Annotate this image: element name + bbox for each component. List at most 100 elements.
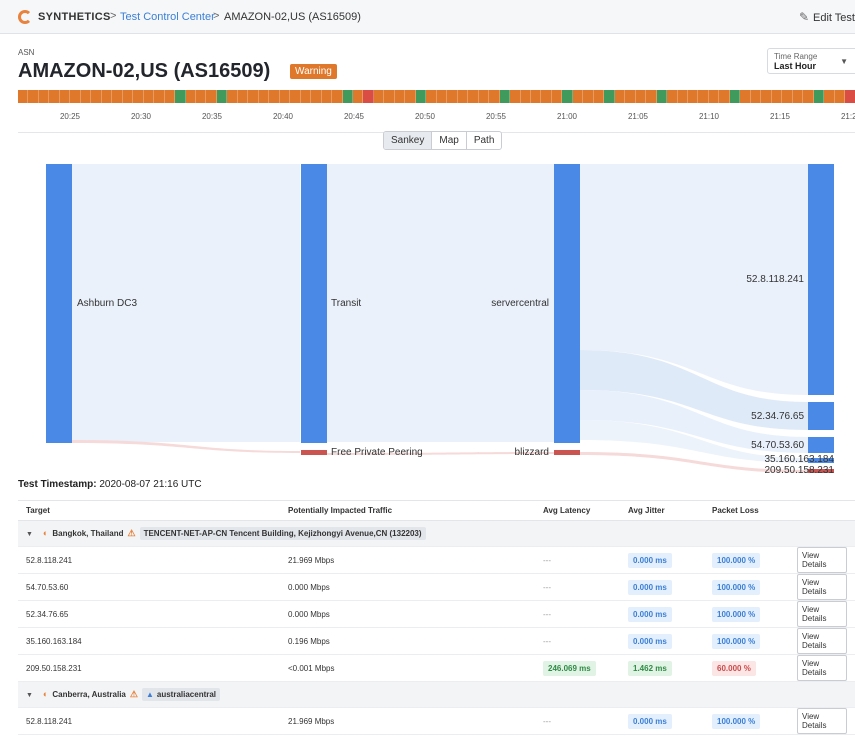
timeline-segment[interactable] [363, 90, 374, 103]
timeline-segment[interactable] [572, 90, 584, 103]
chevron-down-icon[interactable]: ▼ [26, 531, 33, 538]
timeline-segment[interactable] [269, 90, 280, 103]
timeline-segment[interactable] [656, 90, 668, 103]
timeline-segment[interactable] [489, 90, 500, 103]
timeline-segment[interactable] [824, 90, 835, 103]
group-header-cell[interactable]: ▼ ◐ Canberra, Australia ⚠ ▲ australiacentral [18, 681, 855, 708]
timeline-segment[interactable] [688, 90, 699, 103]
timeline-segment[interactable] [562, 90, 573, 103]
timeline-segment[interactable] [729, 90, 741, 103]
timeline-segment[interactable] [646, 90, 657, 103]
timeline-segment[interactable] [551, 90, 563, 103]
group-row[interactable]: ▼ ◐ Canberra, Australia ⚠ ▲ australiacentral [18, 681, 855, 708]
timeline-segment[interactable] [541, 90, 552, 103]
timeline-segment[interactable] [708, 90, 720, 103]
timeline-segment[interactable] [154, 90, 165, 103]
timeline-segment[interactable] [667, 90, 678, 103]
timeline-segment[interactable] [164, 90, 176, 103]
column-header-traffic[interactable]: Potentially Impacted Traffic [280, 500, 535, 521]
timeline-segment[interactable] [91, 90, 102, 103]
timeline-segment[interactable] [740, 90, 751, 103]
timeline-segment[interactable] [520, 90, 531, 103]
timeline-segment[interactable] [614, 90, 626, 103]
view-details-button[interactable]: View Details [797, 574, 847, 600]
timeline-segment[interactable] [175, 90, 186, 103]
timeline-segment[interactable] [478, 90, 490, 103]
sankey-node[interactable] [301, 164, 327, 443]
timeline-segment[interactable] [28, 90, 39, 103]
timeline-segment[interactable] [227, 90, 238, 103]
timeline-segment[interactable] [373, 90, 385, 103]
timeline-segment[interactable] [216, 90, 228, 103]
sankey-node[interactable] [808, 402, 834, 430]
timeline-segment[interactable] [122, 90, 134, 103]
timeline-segment[interactable] [782, 90, 793, 103]
timeline-segment[interactable] [195, 90, 207, 103]
group-row[interactable]: ▼ ◐ Bangkok, Thailand ⚠ TENCENT-NET-AP-CN Te… [18, 520, 855, 547]
tab-map[interactable]: Map [432, 132, 467, 149]
timeline-segment[interactable] [185, 90, 196, 103]
chevron-down-icon[interactable]: ▼ [26, 692, 33, 699]
timeline-segment[interactable] [258, 90, 270, 103]
timeline-segment[interactable] [70, 90, 81, 103]
timeline-segment[interactable] [59, 90, 71, 103]
timeline-segment[interactable] [237, 90, 249, 103]
timeline-segment[interactable] [834, 90, 846, 103]
column-header-loss[interactable]: Packet Loss [704, 500, 789, 521]
timeline-segment[interactable] [583, 90, 594, 103]
tab-sankey[interactable]: Sankey [384, 132, 433, 149]
timeline-segment[interactable] [436, 90, 448, 103]
timeline-segment[interactable] [405, 90, 416, 103]
timeline-segment[interactable] [677, 90, 688, 103]
timeline-segment[interactable] [290, 90, 301, 103]
timeline-segment[interactable] [698, 90, 709, 103]
timeline-segment[interactable] [38, 90, 50, 103]
column-header-jitter[interactable]: Avg Jitter [620, 500, 704, 521]
tab-path[interactable]: Path [467, 132, 502, 149]
timeline-segment[interactable] [415, 90, 427, 103]
timeline-segment[interactable] [457, 90, 469, 103]
timeline-segment[interactable] [593, 90, 605, 103]
timeline-segment[interactable] [101, 90, 113, 103]
timeline-segment[interactable] [332, 90, 343, 103]
sankey-node[interactable] [301, 450, 327, 455]
view-details-button[interactable]: View Details [797, 601, 847, 627]
sankey-node[interactable] [554, 450, 580, 455]
view-details-button[interactable]: View Details [797, 708, 847, 734]
timeline-segment[interactable] [311, 90, 322, 103]
timeline-segment[interactable] [530, 90, 542, 103]
timeline-segment[interactable] [426, 90, 437, 103]
timeline-segment[interactable] [750, 90, 762, 103]
timeline-segment[interactable] [447, 90, 458, 103]
view-details-button[interactable]: View Details [797, 628, 847, 654]
timeline-segment[interactable] [394, 90, 406, 103]
timeline-segment[interactable] [206, 90, 217, 103]
timeline-segment[interactable] [510, 90, 521, 103]
column-header-latency[interactable]: Avg Latency [535, 500, 620, 521]
timeline-segment[interactable] [384, 90, 395, 103]
sankey-node[interactable] [808, 437, 834, 453]
timeline-segment[interactable] [342, 90, 353, 103]
timeline-segment[interactable] [353, 90, 364, 103]
timeline-segment[interactable] [279, 90, 291, 103]
timeline-segment[interactable] [771, 90, 783, 103]
timeline-segment[interactable] [300, 90, 312, 103]
sankey-node[interactable] [554, 164, 580, 443]
timeline-segment[interactable] [80, 90, 92, 103]
view-details-button[interactable]: View Details [797, 547, 847, 573]
timeline-segment[interactable] [133, 90, 144, 103]
view-details-button[interactable]: View Details [797, 655, 847, 681]
timeline-segment[interactable] [604, 90, 615, 103]
timeline-segment[interactable] [803, 90, 814, 103]
health-timeline[interactable] [18, 90, 855, 103]
timeline-segment[interactable] [321, 90, 333, 103]
timeline-segment[interactable] [499, 90, 511, 103]
timeline-segment[interactable] [112, 90, 123, 103]
timeline-segment[interactable] [761, 90, 772, 103]
timeline-segment[interactable] [49, 90, 60, 103]
timeline-segment[interactable] [625, 90, 636, 103]
timeline-segment[interactable] [18, 90, 29, 103]
sankey-node[interactable] [808, 164, 834, 395]
breadcrumb-test-control-center[interactable]: Test Control Center [120, 11, 215, 23]
group-header-cell[interactable]: ▼ ◐ Bangkok, Thailand ⚠ TENCENT-NET-AP-CN Te… [18, 520, 855, 547]
